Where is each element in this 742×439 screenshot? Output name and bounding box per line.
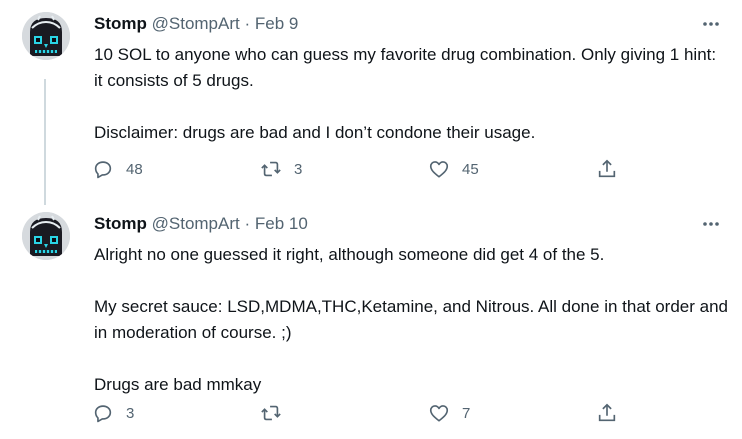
tweet-text: Alright no one guessed it right, althoug… [94,242,729,398]
tweet-date[interactable]: Feb 10 [255,214,308,233]
tweet-paragraph: Alright no one guessed it right, althoug… [94,245,605,264]
reply-count: 48 [126,160,143,178]
skull-avatar-image [22,212,70,260]
tweet-paragraph: 10 SOL to anyone who can guess my favori… [94,45,717,90]
user-handle[interactable]: @StompArt [152,14,240,33]
tweet-actions: 3 7 [92,400,637,426]
retweet-icon [261,161,281,177]
more-icon [703,222,719,226]
tweet-header: Stomp @StompArt · Feb 10 [94,213,308,235]
more-options-button[interactable] [696,212,726,236]
share-button[interactable] [596,400,618,426]
share-button[interactable] [596,156,618,182]
like-count: 7 [462,404,471,422]
skull-avatar-image [22,12,70,60]
like-button[interactable]: 45 [428,156,479,182]
share-icon [598,159,616,178]
heart-icon [429,405,449,422]
reply-count: 3 [126,404,135,422]
tweet-paragraph: Drugs are bad mmkay [94,375,262,394]
tweet-header: Stomp @StompArt · Feb 9 [94,13,298,35]
reply-button[interactable]: 48 [92,156,143,182]
reply-button[interactable]: 3 [92,400,134,426]
tweet[interactable]: Stomp @StompArt · Feb 10 Alright no one … [0,200,742,439]
reply-icon [94,405,112,423]
tweet[interactable]: Stomp @StompArt · Feb 9 10 SOL to anyone… [0,0,742,200]
more-icon [703,22,719,26]
more-options-button[interactable] [696,12,726,36]
heart-icon [429,161,449,178]
retweet-count: 3 [294,160,303,178]
retweet-icon [261,405,281,421]
like-count: 45 [462,160,479,178]
user-handle[interactable]: @StompArt [152,214,240,233]
tweet-text: 10 SOL to anyone who can guess my favori… [94,42,729,146]
reply-icon [94,161,112,179]
display-name[interactable]: Stomp [94,214,147,233]
like-button[interactable]: 7 [428,400,470,426]
separator-dot: · [244,14,251,33]
avatar[interactable] [22,212,70,260]
tweet-paragraph: Disclaimer: drugs are bad and I don’t co… [94,123,536,142]
tweet-actions: 48 3 45 [92,156,637,182]
tweet-paragraph: My secret sauce: LSD,MDMA,THC,Ketamine, … [94,297,728,342]
display-name[interactable]: Stomp [94,14,147,33]
separator-dot: · [244,214,251,233]
avatar[interactable] [22,12,70,60]
tweet-date[interactable]: Feb 9 [255,14,298,33]
retweet-button[interactable] [260,400,294,426]
share-icon [598,403,616,422]
retweet-button[interactable]: 3 [260,156,302,182]
